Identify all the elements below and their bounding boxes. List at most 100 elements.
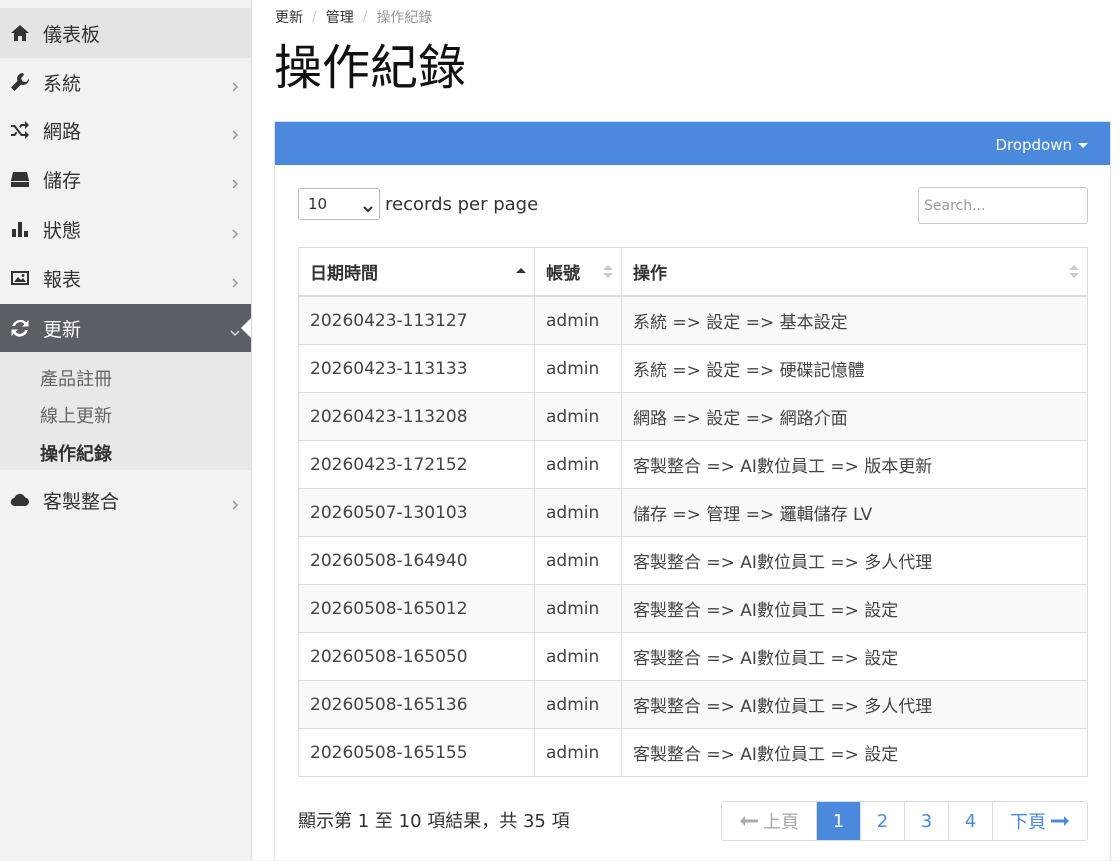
arrow-left-icon <box>740 816 758 826</box>
column-label: 帳號 <box>546 264 580 284</box>
cell-operation: 客製整合 => AI數位員工 => 版本更新 <box>621 440 1088 489</box>
breadcrumb-separator: / <box>362 9 368 25</box>
drive-icon <box>10 169 30 189</box>
cloud-icon <box>10 490 30 510</box>
main-content: 更新 / 管理 / 操作紀錄 操作紀錄 Dropdown 10 records … <box>252 0 1120 861</box>
cell-operation: 客製整合 => AI數位員工 => 多人代理 <box>621 680 1088 729</box>
sidebar-item-label: 儲存 <box>43 169 82 192</box>
cell-operation: 網路 => 設定 => 網路介面 <box>621 392 1088 441</box>
column-label: 操作 <box>633 264 667 284</box>
cell-account: admin <box>534 584 622 633</box>
cell-datetime: 20260508-165155 <box>298 728 535 777</box>
breadcrumb-item-manage[interactable]: 管理 <box>326 7 354 27</box>
cell-operation: 系統 => 設定 => 基本設定 <box>621 295 1088 345</box>
sidebar-item-update[interactable]: 更新 <box>0 304 251 352</box>
sidebar-item-label: 網路 <box>43 120 82 143</box>
submenu-item-online-update[interactable]: 線上更新 <box>40 402 112 428</box>
submenu <box>0 352 251 470</box>
table-row: 20260507-130103 admin 儲存 => 管理 => 邏輯儲存 LV <box>298 488 1088 537</box>
table-row: 20260423-113208 admin 網路 => 設定 => 網路介面 <box>298 392 1088 441</box>
breadcrumb-separator: / <box>312 9 317 25</box>
breadcrumb-item-update[interactable]: 更新 <box>275 7 303 27</box>
chevron-right-icon <box>229 173 241 189</box>
table-row: 20260423-113133 admin 系統 => 設定 => 硬碟記憶體 <box>298 344 1088 393</box>
breadcrumb: 更新 / 管理 / 操作紀錄 <box>275 7 432 27</box>
table-row: 20260508-165012 admin 客製整合 => AI數位員工 => 設定 <box>298 584 1088 633</box>
sidebar-item-label: 報表 <box>43 268 82 291</box>
image-icon <box>10 268 30 288</box>
next-page-label: 下頁 <box>1010 812 1046 833</box>
caret-down-icon <box>1078 142 1088 148</box>
wrench-icon <box>10 72 30 92</box>
prev-page-label: 上頁 <box>763 812 799 833</box>
cell-datetime: 20260508-165050 <box>298 632 535 681</box>
pagination: 上頁 1 2 3 4 下頁 <box>721 801 1088 841</box>
dropdown-button[interactable]: Dropdown <box>995 136 1088 154</box>
next-page-button[interactable]: 下頁 <box>992 802 1087 840</box>
chevron-right-icon <box>229 223 241 239</box>
sidebar-item-system[interactable]: 系統 <box>0 58 251 106</box>
page-button-2[interactable]: 2 <box>860 802 904 840</box>
cell-operation: 客製整合 => AI數位員工 => 設定 <box>621 728 1088 777</box>
cell-datetime: 20260508-165136 <box>298 680 535 729</box>
cell-datetime: 20260423-113133 <box>298 344 535 393</box>
sort-asc-icon <box>516 265 526 279</box>
dropdown-label: Dropdown <box>995 136 1072 154</box>
page-button-3[interactable]: 3 <box>904 802 948 840</box>
cell-datetime: 20260508-165012 <box>298 584 535 633</box>
arrow-right-icon <box>1051 816 1069 826</box>
table-row: 20260508-165155 admin 客製整合 => AI數位員工 => 設定 <box>298 728 1088 777</box>
cell-datetime: 20260508-164940 <box>298 536 535 585</box>
pagination-info: 顯示第 1 至 10 項結果，共 35 項 <box>298 811 570 832</box>
sidebar-item-label: 更新 <box>43 318 82 341</box>
shuffle-icon <box>10 120 30 140</box>
cell-operation: 客製整合 => AI數位員工 => 設定 <box>621 584 1088 633</box>
sidebar-item-network[interactable]: 網路 <box>0 106 251 154</box>
cell-operation: 系統 => 設定 => 硬碟記憶體 <box>621 344 1088 393</box>
column-header-operation[interactable]: 操作 <box>621 247 1088 297</box>
table-row: 20260508-165050 admin 客製整合 => AI數位員工 => 設定 <box>298 632 1088 681</box>
cell-datetime: 20260423-113208 <box>298 392 535 441</box>
cell-account: admin <box>534 632 622 681</box>
sidebar-item-label: 儀表板 <box>43 23 101 46</box>
table-row: 20260423-172152 admin 客製整合 => AI數位員工 => 版本… <box>298 440 1088 489</box>
search-input[interactable] <box>918 187 1088 224</box>
records-per-page-select[interactable]: 10 <box>298 188 380 220</box>
page-button-1[interactable]: 1 <box>816 802 860 840</box>
sidebar-item-label: 系統 <box>43 72 82 95</box>
log-panel: Dropdown 10 records per page 日期時間 帳號 <box>274 121 1111 861</box>
records-per-page-value: 10 <box>308 195 328 213</box>
cell-datetime: 20260423-113127 <box>298 295 535 345</box>
sidebar-item-dashboard[interactable]: 儀表板 <box>0 8 251 58</box>
cell-account: admin <box>534 536 622 585</box>
log-table: 日期時間 帳號 操作 20260423-113127 admin 系統 => 設定 … <box>298 247 1088 777</box>
prev-page-button[interactable]: 上頁 <box>722 802 816 840</box>
refresh-icon <box>10 318 30 338</box>
cell-account: admin <box>534 392 622 441</box>
chevron-right-icon <box>229 272 241 288</box>
breadcrumb-item-current: 操作紀錄 <box>376 10 433 26</box>
records-per-page-label: records per page <box>385 194 539 215</box>
panel-header: Dropdown <box>275 122 1110 165</box>
sidebar-item-status[interactable]: 狀態 <box>0 205 251 253</box>
column-header-datetime[interactable]: 日期時間 <box>298 247 535 297</box>
column-label: 日期時間 <box>310 264 378 284</box>
table-header-row: 日期時間 帳號 操作 <box>298 247 1088 297</box>
column-header-account[interactable]: 帳號 <box>534 247 622 297</box>
bar-chart-icon <box>10 219 30 239</box>
table-row: 20260508-164940 admin 客製整合 => AI數位員工 => 多人… <box>298 536 1088 585</box>
page-button-4[interactable]: 4 <box>948 802 992 840</box>
submenu-item-operation-log[interactable]: 操作紀錄 <box>40 440 112 466</box>
chevron-right-icon <box>229 124 241 140</box>
cell-datetime: 20260423-172152 <box>298 440 535 489</box>
submenu-item-product-registration[interactable]: 產品註冊 <box>40 365 112 391</box>
chevron-down-icon <box>229 322 241 337</box>
chevron-right-icon <box>229 76 241 92</box>
cell-account: admin <box>534 440 622 489</box>
sidebar-item-reports[interactable]: 報表 <box>0 254 251 302</box>
sort-icon <box>603 264 613 279</box>
sidebar-item-storage[interactable]: 儲存 <box>0 155 251 203</box>
cell-account: admin <box>534 488 622 537</box>
sidebar-item-custom-integration[interactable]: 客製整合 <box>0 476 251 524</box>
sort-icon <box>1069 264 1079 279</box>
